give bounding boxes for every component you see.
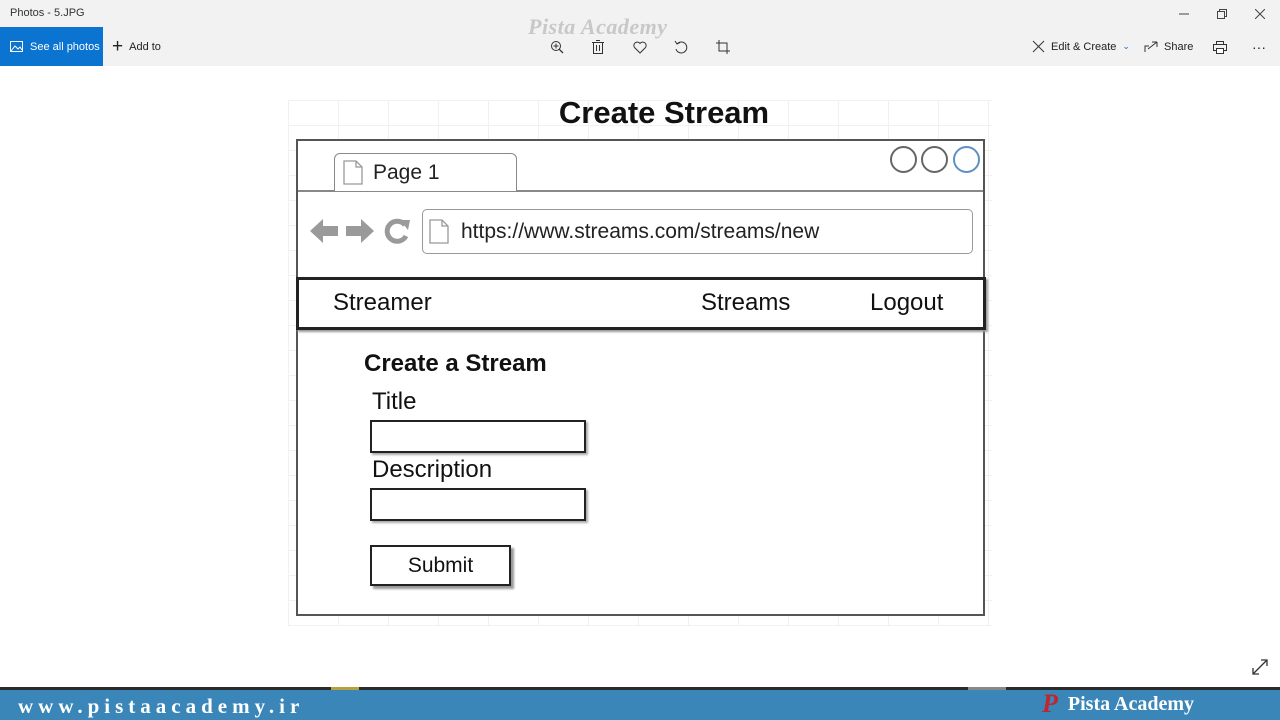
window-title: Photos - 5.JPG	[10, 7, 85, 19]
edit-create-label: Edit & Create	[1051, 40, 1117, 53]
progress-mark	[968, 687, 1006, 690]
see-all-photos-button[interactable]: See all photos	[0, 27, 103, 66]
progress-mark	[331, 687, 359, 690]
close-icon	[1255, 8, 1265, 19]
share-icon	[1144, 41, 1158, 52]
form-title: Create a Stream	[364, 350, 547, 377]
bottom-banner: www.pistaacademy.ir P Pista Academy	[0, 687, 1280, 720]
crop-icon	[716, 40, 730, 54]
app-navbar: Streamer Streams Logout	[296, 277, 986, 330]
browser-mockup: Page 1 https://www.streams.com/streams/n…	[296, 139, 986, 616]
restore-button[interactable]	[1203, 0, 1241, 27]
tab-label: Page 1	[373, 160, 440, 184]
description-label: Description	[372, 456, 493, 483]
watermark: Pista Academy	[528, 14, 668, 39]
heart-icon	[633, 41, 647, 54]
browser-nav-controls	[310, 217, 411, 245]
page-icon	[343, 160, 363, 185]
print-icon	[1213, 40, 1227, 54]
page-icon	[429, 219, 449, 244]
favorite-button[interactable]	[630, 37, 650, 57]
delete-button[interactable]	[588, 37, 608, 57]
url-bar: https://www.streams.com/streams/new	[422, 209, 973, 254]
share-label: Share	[1164, 40, 1194, 53]
close-button[interactable]	[1241, 0, 1279, 27]
photos-icon	[10, 41, 23, 52]
title-label: Title	[372, 388, 417, 415]
nav-brand: Streamer	[333, 289, 432, 316]
nav-link-logout: Logout	[870, 289, 944, 316]
description-field	[370, 488, 586, 521]
edit-icon	[1032, 40, 1045, 53]
zoom-in-icon	[551, 41, 564, 54]
browser-tab: Page 1	[334, 153, 517, 191]
expand-icon	[1252, 659, 1268, 675]
chevron-down-icon: ⌄	[1122, 41, 1130, 51]
banner-website: www.pistaacademy.ir	[18, 694, 305, 718]
trash-icon	[592, 40, 604, 54]
mockup-heading: Create Stream	[558, 95, 770, 130]
banner-brand: P Pista Academy	[1042, 691, 1194, 717]
brand-logo-icon: P	[1042, 689, 1058, 718]
title-field	[370, 420, 586, 453]
share-button[interactable]: Share	[1144, 27, 1193, 66]
rotate-icon	[674, 40, 688, 54]
crop-button[interactable]	[713, 37, 733, 57]
forward-arrow-icon	[346, 219, 374, 243]
see-all-photos-label: See all photos	[30, 40, 100, 53]
banner-brand-name: Pista Academy	[1067, 692, 1194, 715]
more-button[interactable]: ···	[1252, 27, 1266, 66]
print-button[interactable]	[1210, 37, 1230, 57]
add-to-button[interactable]: + Add to	[112, 27, 161, 66]
back-arrow-icon	[310, 219, 338, 243]
plus-icon: +	[112, 36, 124, 57]
edit-create-button[interactable]: Edit & Create ⌄	[1032, 27, 1130, 66]
submit-button: Submit	[370, 545, 511, 586]
reload-icon	[384, 218, 410, 244]
window-circle-icon	[890, 146, 917, 173]
fullscreen-button[interactable]	[1250, 657, 1270, 677]
rotate-button[interactable]	[671, 37, 691, 57]
window-circle-icon	[953, 146, 980, 173]
more-icon: ···	[1252, 38, 1266, 55]
minimize-icon	[1179, 13, 1189, 14]
zoom-button[interactable]	[547, 37, 567, 57]
minimize-button[interactable]	[1165, 0, 1203, 27]
window-circle-icon	[921, 146, 948, 173]
url-text: https://www.streams.com/streams/new	[461, 219, 820, 243]
add-to-label: Add to	[129, 40, 161, 53]
nav-link-streams: Streams	[701, 289, 791, 316]
restore-icon	[1217, 8, 1227, 19]
